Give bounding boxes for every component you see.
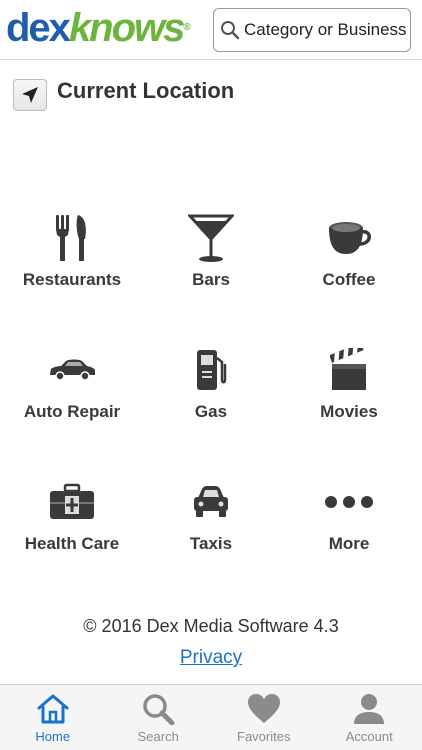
category-more[interactable]: More [279, 472, 419, 582]
category-restaurants[interactable]: Restaurants [2, 208, 142, 318]
fork-knife-icon [56, 215, 86, 261]
coffee-cup-icon [329, 222, 371, 254]
category-taxis[interactable]: Taxis [141, 472, 281, 582]
category-bars[interactable]: Bars [141, 208, 281, 318]
category-label: More [328, 534, 370, 553]
tab-label: Account [345, 729, 393, 744]
category-label: Coffee [322, 270, 376, 289]
category-label: Movies [320, 402, 378, 421]
tab-bar: Home Search Favorites Account [0, 684, 422, 750]
home-icon [37, 694, 69, 724]
tab-label: Search [137, 729, 179, 744]
logo-dex: dex [6, 6, 71, 50]
category-movies[interactable]: Movies [279, 340, 419, 450]
martini-icon [188, 214, 234, 262]
tab-label: Favorites [237, 729, 291, 744]
logo-knows: knows [68, 6, 185, 50]
tab-home[interactable]: Home [0, 685, 106, 750]
clapperboard-icon [330, 348, 366, 390]
category-label: Taxis [189, 534, 233, 553]
dexknows-logo[interactable]: dexknows® [6, 6, 191, 50]
tab-account[interactable]: Account [317, 685, 422, 750]
account-icon [354, 694, 385, 724]
category-label: Health Care [24, 534, 120, 553]
category-label: Auto Repair [23, 402, 121, 421]
medical-kit-icon [50, 483, 94, 519]
car-icon [50, 359, 95, 381]
tab-favorites[interactable]: Favorites [211, 685, 317, 750]
app-header: dexknows® [0, 0, 422, 60]
category-gas[interactable]: Gas [141, 340, 281, 450]
copyright-text: © 2016 Dex Media Software 4.3 [83, 616, 339, 636]
heart-icon [247, 694, 280, 723]
current-location-label[interactable]: Current Location [57, 78, 234, 104]
category-label: Restaurants [22, 270, 122, 289]
current-location-button[interactable] [13, 79, 47, 111]
gas-pump-icon [197, 350, 227, 390]
more-dots-icon [325, 496, 373, 508]
privacy-link[interactable]: Privacy [180, 647, 242, 668]
search-box[interactable] [213, 8, 412, 52]
category-label: Bars [192, 270, 230, 289]
search-input[interactable] [244, 20, 412, 40]
location-arrow-icon [22, 87, 38, 103]
search-icon [221, 21, 240, 40]
category-label: Gas [194, 402, 228, 421]
category-health-care[interactable]: Health Care [2, 472, 142, 582]
logo-trademark: ® [183, 22, 191, 33]
tab-label: Home [35, 729, 71, 744]
taxi-icon [194, 486, 228, 517]
search-icon [143, 694, 175, 725]
privacy-container: Privacy [0, 647, 422, 669]
category-auto-repair[interactable]: Auto Repair [2, 340, 142, 450]
category-coffee[interactable]: Coffee [279, 208, 419, 318]
tab-search[interactable]: Search [106, 685, 212, 750]
